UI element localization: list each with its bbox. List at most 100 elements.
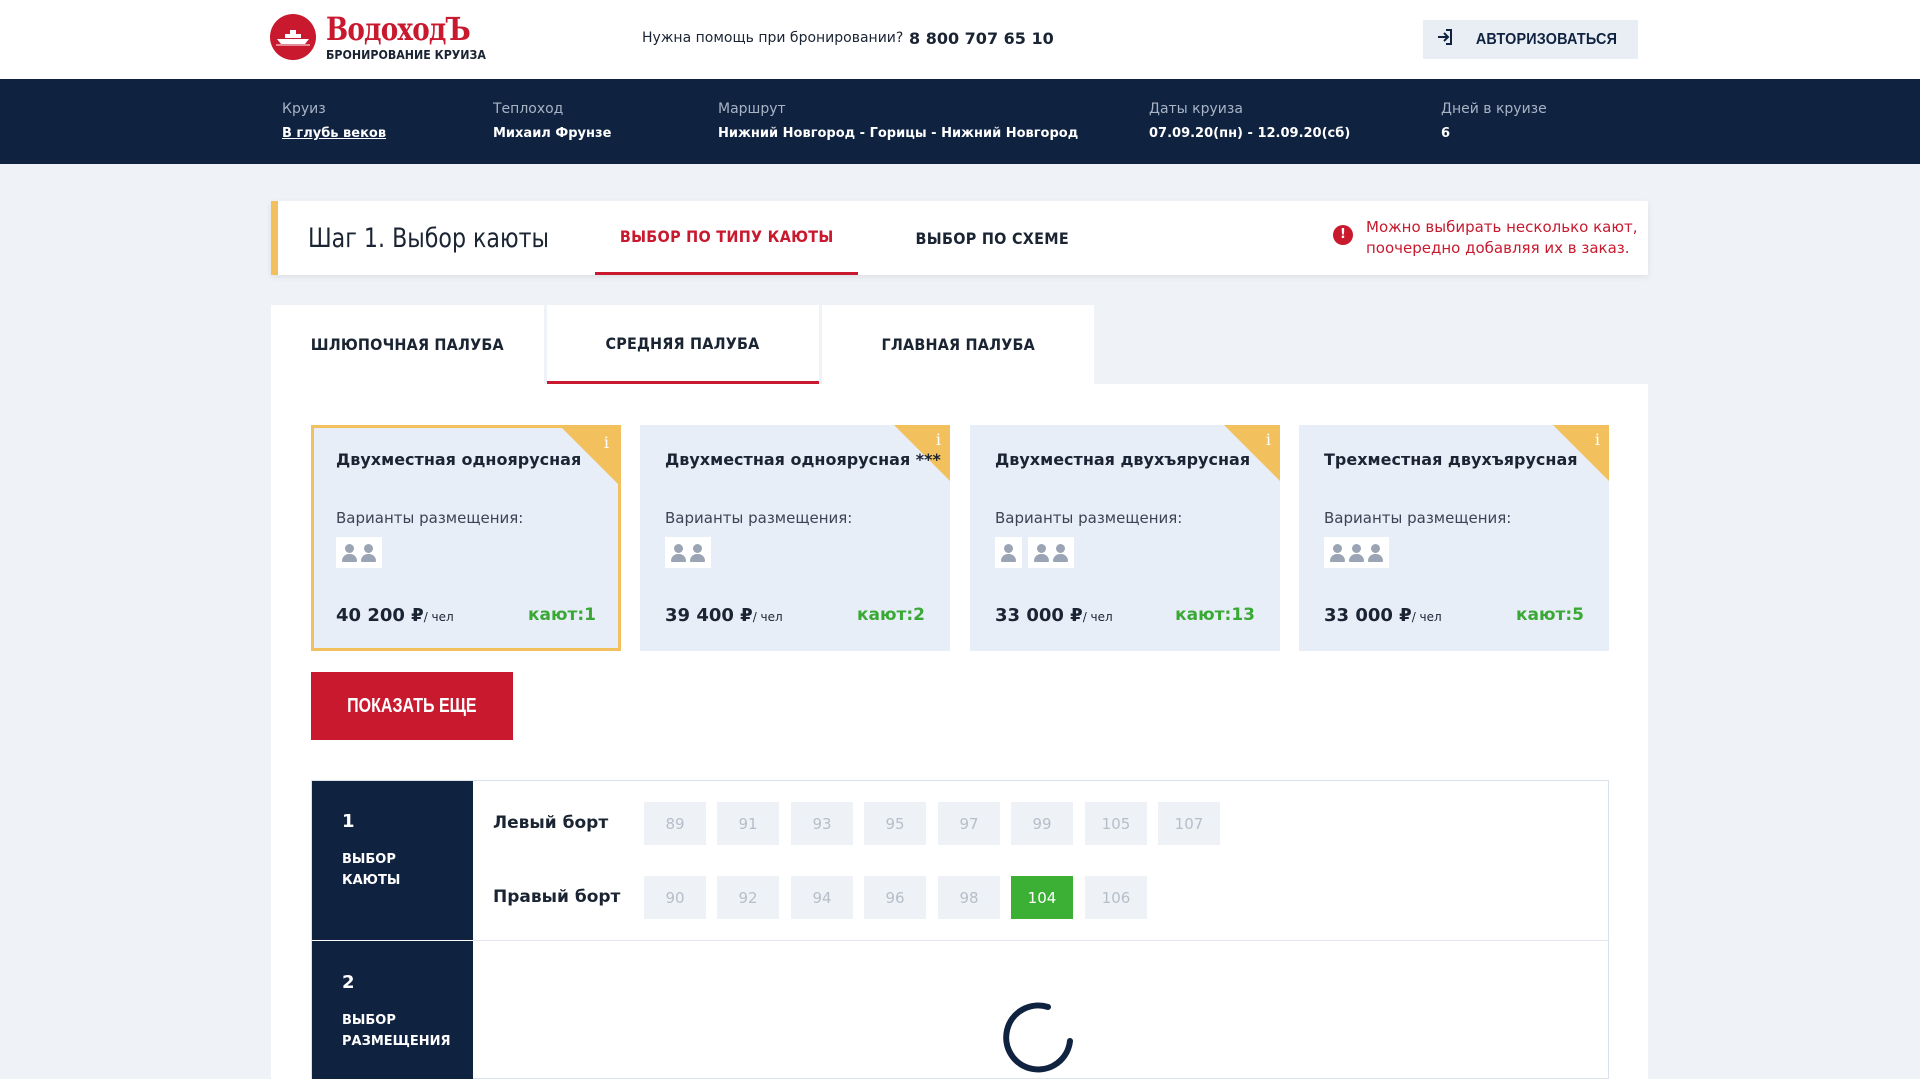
card-price: 33 000 ₽/ чел [1324,605,1442,626]
info-icon[interactable]: i [604,433,609,452]
accommodation-option [995,537,1022,568]
site-header: ВодоходЪ БРОНИРОВАНИЕ КРУИЗА Нужна помощ… [0,0,1920,79]
help-text: Нужна помощь при бронировании? [642,30,904,46]
dates-value: 07.09.20(пн) - 12.09.20(сб) [1149,126,1351,141]
multi-select-note: ! Можно выбирать несколько кают, поочере… [1333,217,1676,259]
alert-icon: ! [1333,225,1353,245]
accommodation-options [1324,537,1389,568]
note-text: Можно выбирать несколько кают, поочередн… [1366,218,1638,257]
person-icon [1367,543,1384,563]
person-icon [1329,543,1346,563]
price-value: 39 400 ₽ [665,605,753,626]
cabin-type-card[interactable]: i Двухместная одноярусная Варианты разме… [311,425,621,651]
deck-tabs: ШЛЮПОЧНАЯ ПАЛУБА СРЕДНЯЯ ПАЛУБА ГЛАВНАЯ … [271,305,1094,384]
cabin-97: 97 [938,802,1000,845]
step-select-accommodation: 2 ВЫБОР РАЗМЕЩЕНИЯ [312,941,473,1079]
tab-boat-deck-label: ШЛЮПОЧНАЯ ПАЛУБА [310,335,505,354]
cabin-104[interactable]: 104 [1011,876,1073,919]
cabin-106: 106 [1085,876,1147,919]
card-title: Двухместная одноярусная [336,450,582,469]
person-icon [360,543,377,563]
ship-label: Теплоход [493,101,564,117]
person-icon [1052,543,1069,563]
price-unit: / чел [1082,610,1113,624]
cabin-96: 96 [864,876,926,919]
price-value: 33 000 ₽ [1324,605,1412,626]
price-unit: / чел [752,610,783,624]
cabin-98: 98 [938,876,1000,919]
ship-value: Михаил Фрунзе [493,126,612,141]
cabin-type-card[interactable]: i Двухместная одноярусная *** Варианты р… [640,425,950,651]
picker-divider [473,940,1609,941]
phone-link[interactable]: 8 800 707 65 10 [909,29,1054,48]
cabin-95: 95 [864,802,926,845]
person-icon [689,543,706,563]
card-title: Двухместная двухъярусная [995,450,1251,469]
ship-logo-icon [270,14,316,60]
card-price: 39 400 ₽/ чел [665,605,783,626]
card-cabin-count: кают:5 [1515,605,1584,625]
price-unit: / чел [423,610,454,624]
brand-name: ВодоходЪ [326,10,471,48]
route-info: Маршрут Нижний Новгород - Горицы - Нижни… [718,101,1078,141]
dates-label: Даты круиза [1149,101,1243,117]
logo[interactable]: ВодоходЪ БРОНИРОВАНИЕ КРУИЗА [270,12,501,62]
cruise-label: Круиз [282,101,326,117]
dates-info: Даты круиза 07.09.20(пн) - 12.09.20(сб) [1149,101,1350,141]
cabin-105: 105 [1085,802,1147,845]
accommodation-option [1028,537,1074,568]
card-cabin-count: кают:13 [1175,605,1255,625]
tab-by-scheme[interactable]: ВЫБОР ПО СХЕМЕ [878,201,1106,275]
accommodation-options [665,537,711,568]
card-accommodation-label: Варианты размещения: [665,509,853,527]
days-info: Дней в круизе 6 [1441,101,1547,141]
accommodation-option [665,537,711,568]
cabin-picker: 1 ВЫБОР КАЮТЫ 2 ВЫБОР РАЗМЕЩЕНИЯ Левый б… [311,780,1609,1079]
card-cabin-count: кают:2 [856,605,925,625]
cabin-92: 92 [717,876,779,919]
login-button[interactable]: АВТОРИЗОВАТЬСЯ [1423,20,1638,59]
card-title: Двухместная одноярусная *** [665,450,941,469]
show-more-button[interactable]: ПОКАЗАТЬ ЕЩЕ [311,672,513,740]
card-price: 40 200 ₽/ чел [336,605,454,626]
days-label: Дней в круизе [1441,101,1547,117]
cabin-107: 107 [1158,802,1220,845]
route-label: Маршрут [718,101,786,117]
cruise-info: Круиз В глубь веков [282,101,386,141]
cabin-type-card[interactable]: i Двухместная двухъярусная Варианты разм… [970,425,1280,651]
price-value: 40 200 ₽ [336,605,424,626]
cabin-89: 89 [644,802,706,845]
show-more-label: ПОКАЗАТЬ ЕЩЕ [347,694,477,717]
right-side-label: Правый борт [493,887,621,907]
accommodation-options [336,537,382,568]
cabin-91: 91 [717,802,779,845]
left-side-label: Левый борт [493,813,609,833]
card-price: 33 000 ₽/ чел [995,605,1113,626]
brand-subtitle: БРОНИРОВАНИЕ КРУИЗА [326,48,486,62]
tab-by-scheme-label: ВЫБОР ПО СХЕМЕ [915,228,1069,248]
person-icon [341,543,358,563]
cruise-info-bar: Круиз В глубь веков Теплоход Михаил Фрун… [0,79,1920,164]
login-label: АВТОРИЗОВАТЬСЯ [1475,30,1618,48]
card-title: Трехместная двухъярусная [1324,450,1578,469]
login-arrow-icon [1436,28,1454,51]
route-value: Нижний Новгород - Горицы - Нижний Новгор… [718,126,1079,141]
info-icon[interactable]: i [1595,430,1600,449]
info-icon[interactable]: i [1266,430,1271,449]
tab-by-cabin-type-label: ВЫБОР ПО ТИПУ КАЮТЫ [619,227,834,246]
accommodation-option [1324,537,1389,568]
card-accommodation-label: Варианты размещения: [336,509,524,527]
tab-main-deck[interactable]: ГЛАВНАЯ ПАЛУБА [822,305,1094,384]
tab-middle-deck[interactable]: СРЕДНЯЯ ПАЛУБА [547,305,819,384]
person-icon [670,543,687,563]
price-value: 33 000 ₽ [995,605,1083,626]
tab-boat-deck[interactable]: ШЛЮПОЧНАЯ ПАЛУБА [271,305,544,384]
info-icon[interactable]: i [936,430,941,449]
person-icon [1033,543,1050,563]
cabin-94: 94 [791,876,853,919]
tab-main-deck-label: ГЛАВНАЯ ПАЛУБА [881,335,1035,354]
step-label: ВЫБОР КАЮТЫ [342,852,401,888]
cabin-type-card[interactable]: i Трехместная двухъярусная Варианты разм… [1299,425,1609,651]
cruise-name-link[interactable]: В глубь веков [282,126,386,141]
tab-by-cabin-type[interactable]: ВЫБОР ПО ТИПУ КАЮТЫ [595,201,858,275]
